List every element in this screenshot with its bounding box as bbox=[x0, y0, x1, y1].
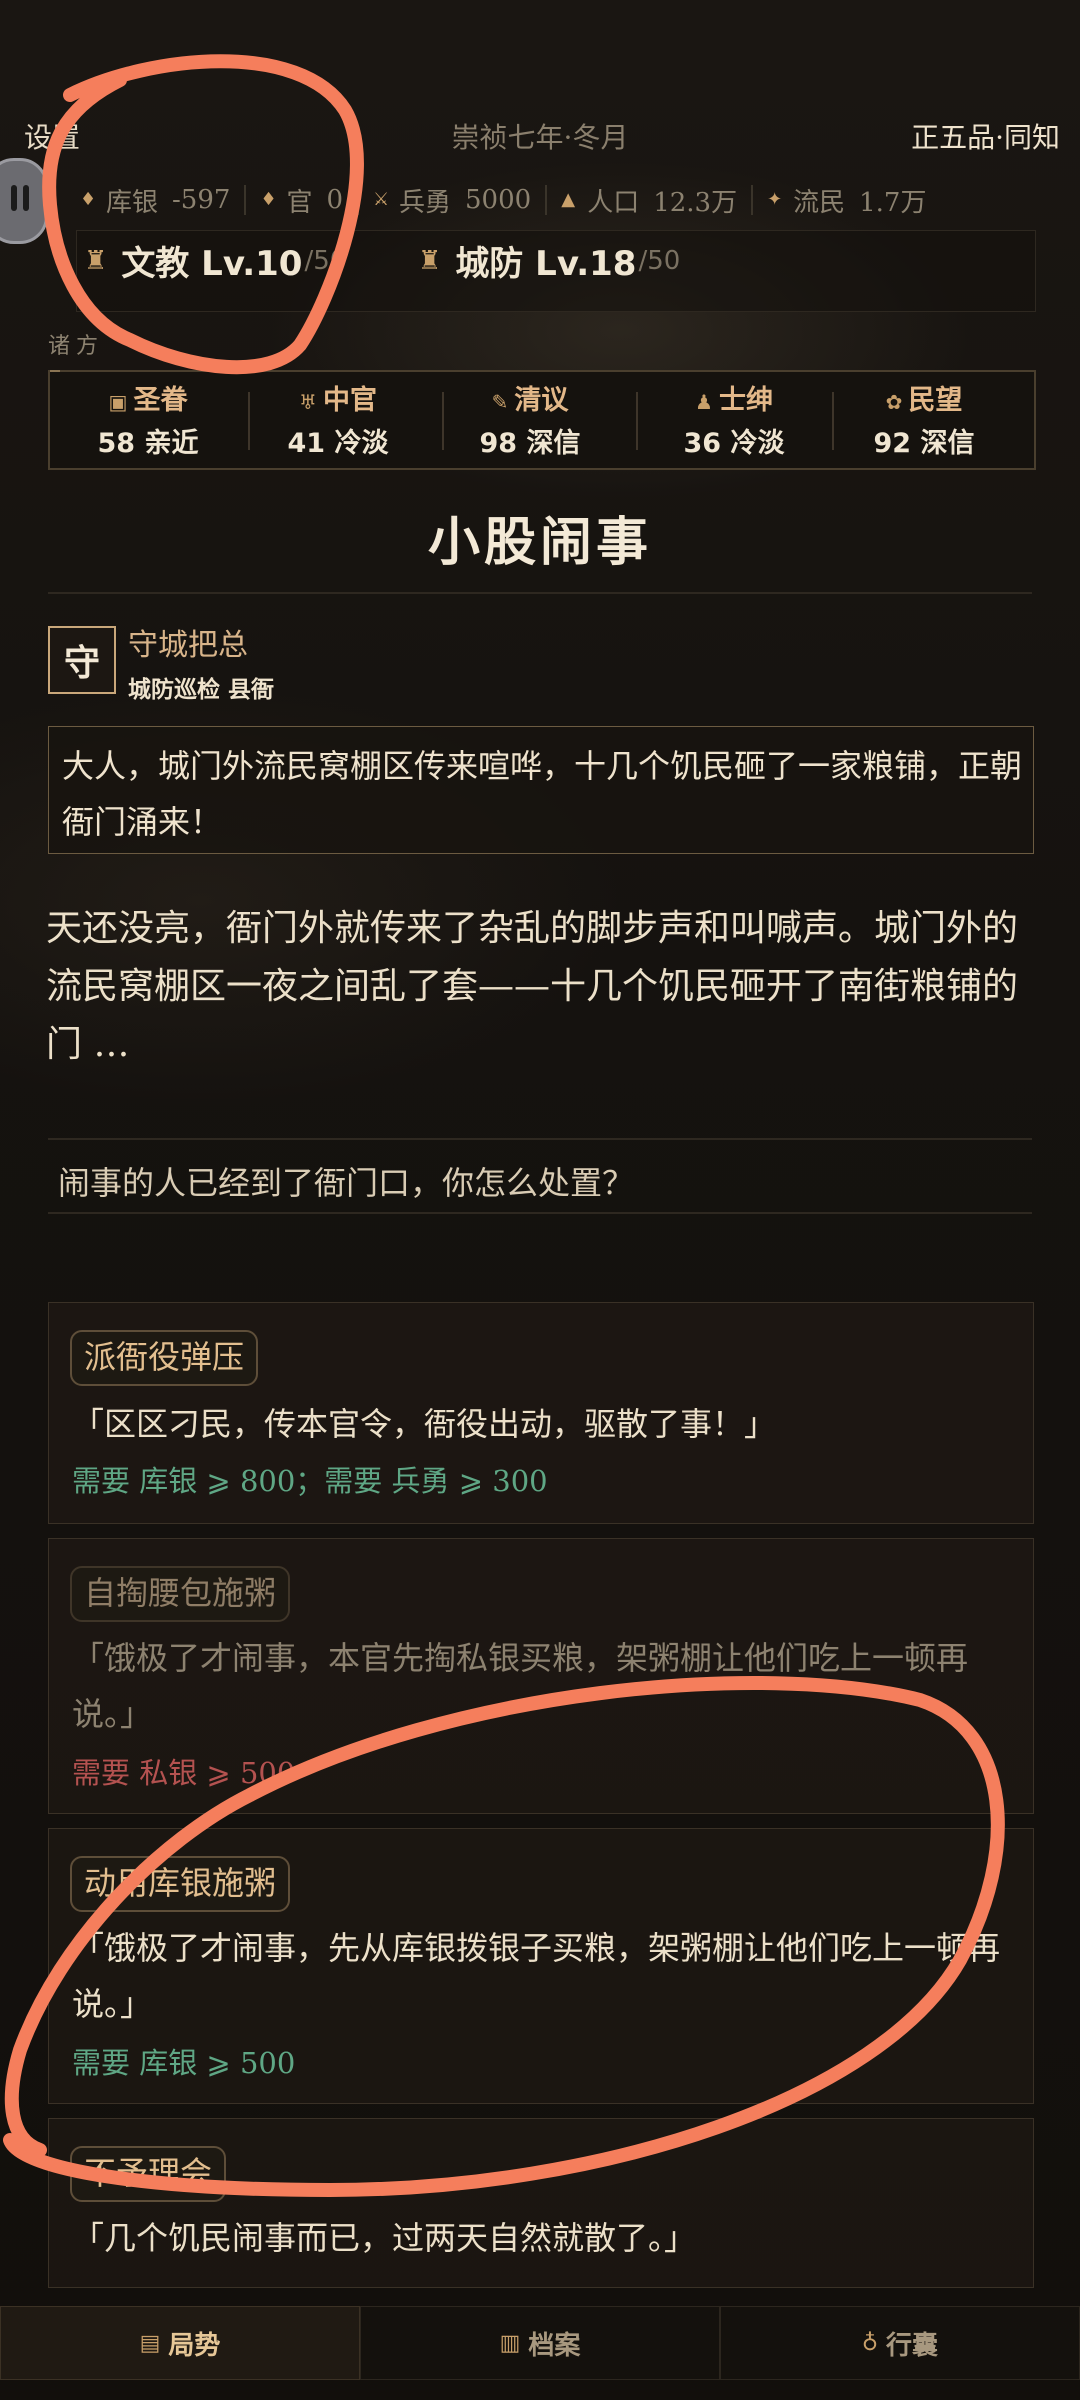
choice-tag[interactable]: 自掏腰包施粥 bbox=[70, 1566, 291, 1622]
faction-name: 中官 bbox=[322, 385, 377, 416]
soldier-icon: ⚔ bbox=[373, 189, 390, 210]
faction-name: 清议 bbox=[514, 385, 569, 416]
divider bbox=[751, 185, 754, 215]
resource-label: 官 bbox=[286, 187, 313, 218]
nav-label: 局势 bbox=[168, 2330, 221, 2361]
choice-tag[interactable]: 动用库银施粥 bbox=[70, 1856, 291, 1912]
faction-gentry[interactable]: ♟ 士绅 36 冷淡 bbox=[644, 378, 824, 460]
faction-imperial[interactable]: ▣ 圣眷 58 亲近 bbox=[58, 378, 238, 460]
resource-value: 5000 bbox=[465, 185, 532, 215]
level-max: /50 bbox=[304, 245, 347, 276]
bag-icon: ♁ bbox=[861, 2330, 879, 2356]
faction-name: 民望 bbox=[908, 385, 963, 416]
speaker-subtitle: 城防巡检 县衙 bbox=[128, 677, 275, 703]
speaker-name: 守城把总 bbox=[128, 628, 248, 663]
resource-silver[interactable]: ♦ 库银 -597 bbox=[80, 182, 230, 219]
people-icon: ✿ bbox=[885, 390, 903, 414]
faction-value: 41 冷淡 bbox=[287, 428, 389, 459]
faction-value: 98 深信 bbox=[479, 428, 581, 459]
speaker-seal: 守 bbox=[48, 626, 116, 694]
resource-soldiers[interactable]: ⚔ 兵勇 5000 bbox=[373, 182, 531, 219]
choice-requirement: 需要 私银 ⩾ 500 bbox=[72, 1756, 296, 1790]
faction-value: 36 冷淡 bbox=[683, 428, 785, 459]
resource-label: 库银 bbox=[106, 187, 159, 218]
choice-text: 「饿极了才闹事，本官先掏私银买粮，架粥棚让他们吃上一顿再说。」 bbox=[72, 1639, 969, 1733]
archive-icon: ▥ bbox=[499, 2330, 521, 2356]
resource-value: -597 bbox=[172, 185, 231, 215]
defense-icon: ♜ bbox=[418, 245, 442, 276]
factions-label: 诸方 bbox=[48, 334, 105, 359]
floating-side-handle[interactable] bbox=[0, 158, 48, 244]
event-narration: 天还没亮，衙门外就传来了杂乱的脚步声和叫喊声。城门外的流民窝棚区一夜之间乱了套—… bbox=[46, 908, 1019, 1065]
official-rank: 正五品·同知 bbox=[911, 121, 1060, 154]
nav-bag[interactable]: ♁ 行囊 bbox=[720, 2306, 1080, 2380]
faction-name: 圣眷 bbox=[133, 385, 188, 416]
divider bbox=[636, 392, 638, 450]
resource-population[interactable]: ▲ 人口 12.3万 bbox=[561, 182, 737, 219]
scholar-icon: ✎ bbox=[491, 390, 509, 414]
resource-refugees[interactable]: ✦ 流民 1.7万 bbox=[767, 182, 926, 219]
faction-eunuch[interactable]: ♅ 中官 41 冷淡 bbox=[248, 378, 428, 460]
resource-bar: ♦ 库银 -597 ♦ 官 0 ⚔ 兵勇 5000 ▲ 人口 12.3万 ✦ 流… bbox=[80, 180, 926, 220]
gentry-icon: ♟ bbox=[695, 390, 713, 414]
choice-text: 「几个饥民闹事而已，过两天自然就散了。」 bbox=[72, 2219, 697, 2257]
eunuch-icon: ♅ bbox=[299, 390, 317, 414]
divider bbox=[48, 1212, 1032, 1214]
choice-text: 「区区刁民，传本官令，衙役出动，驱散了事！」 bbox=[72, 1405, 777, 1443]
choice-requirement: 需要 库银 ⩾ 800；需要 兵勇 ⩾ 300 bbox=[72, 1464, 548, 1498]
situation-icon: ▤ bbox=[139, 2330, 161, 2356]
handle-bar-right bbox=[23, 185, 29, 211]
level-defense[interactable]: ♜ 城防 Lv.18 /50 bbox=[418, 236, 680, 285]
faction-people[interactable]: ✿ 民望 92 深信 bbox=[834, 378, 1014, 460]
event-title: 小股闹事 bbox=[427, 512, 652, 573]
population-icon: ▲ bbox=[561, 189, 576, 210]
nav-situation[interactable]: ▤ 局势 bbox=[0, 2306, 360, 2380]
resource-official-silver[interactable]: ♦ 官 0 bbox=[260, 182, 343, 219]
official-silver-icon: ♦ bbox=[260, 189, 277, 210]
resource-label: 流民 bbox=[793, 187, 846, 218]
nav-archive[interactable]: ▥ 档案 bbox=[360, 2306, 720, 2380]
event-prompt: 闹事的人已经到了衙门口，你怎么处置？ bbox=[58, 1164, 635, 1202]
resource-label: 兵勇 bbox=[399, 187, 452, 218]
level-label: 城防 Lv.18 bbox=[455, 244, 637, 284]
divider bbox=[48, 1138, 1032, 1140]
divider bbox=[244, 185, 247, 215]
faction-value: 58 亲近 bbox=[97, 428, 199, 459]
faction-name: 士绅 bbox=[718, 385, 773, 416]
choice-tag[interactable]: 不予理会 bbox=[70, 2146, 227, 2202]
level-label: 文教 Lv.10 bbox=[121, 244, 303, 284]
choice-tag[interactable]: 派衙役弹压 bbox=[70, 1330, 259, 1386]
education-icon: ♜ bbox=[84, 245, 108, 276]
refugee-icon: ✦ bbox=[767, 189, 783, 210]
nav-label: 档案 bbox=[528, 2330, 581, 2361]
nav-label: 行囊 bbox=[886, 2330, 939, 2361]
level-max: /50 bbox=[638, 245, 681, 276]
silver-icon: ♦ bbox=[80, 189, 97, 210]
choice-text: 「饿极了才闹事，先从库银拨银子买粮，架粥棚让他们吃上一顿再说。」 bbox=[72, 1929, 1001, 2023]
choice-requirement: 需要 库银 ⩾ 500 bbox=[72, 2046, 296, 2080]
bottom-nav: ▤ 局势 ▥ 档案 ♁ 行囊 bbox=[0, 2306, 1080, 2380]
resource-value: 0 bbox=[326, 185, 343, 215]
divider bbox=[545, 185, 548, 215]
faction-value: 92 深信 bbox=[873, 428, 975, 459]
resource-label: 人口 bbox=[587, 187, 640, 218]
resource-value: 12.3万 bbox=[653, 187, 738, 218]
handle-bar-left bbox=[11, 185, 17, 211]
divider bbox=[48, 592, 1032, 594]
divider bbox=[357, 185, 359, 215]
level-education[interactable]: ♜ 文教 Lv.10 /50 bbox=[84, 236, 346, 285]
resource-value: 1.7万 bbox=[859, 187, 927, 218]
faction-scholar[interactable]: ✎ 清议 98 深信 bbox=[440, 378, 620, 460]
speaker-quote: 大人，城门外流民窝棚区传来喧哗，十几个饥民砸了一家粮铺，正朝衙门涌来！ bbox=[62, 747, 1023, 841]
imperial-icon: ▣ bbox=[108, 390, 128, 414]
